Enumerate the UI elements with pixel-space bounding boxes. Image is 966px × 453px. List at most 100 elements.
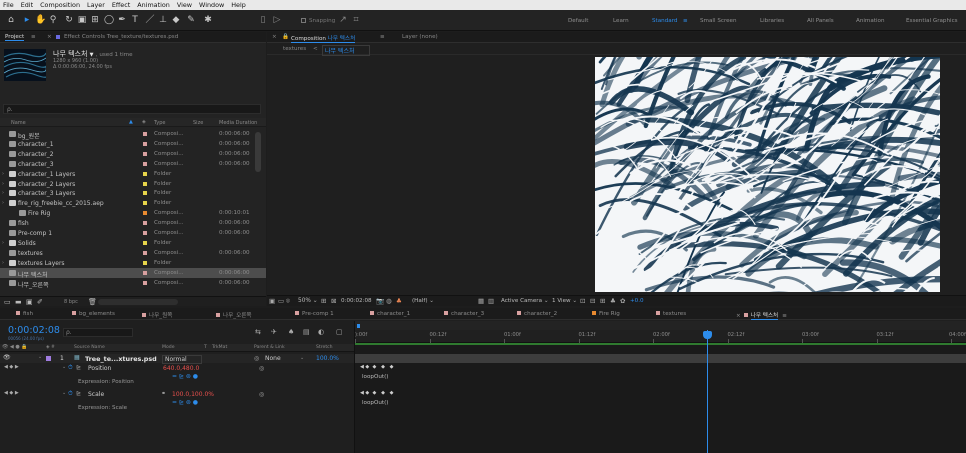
toggle-transparency-icon[interactable]: ▦ (478, 297, 484, 305)
expression-text-scale[interactable]: loopOut() (362, 400, 388, 406)
flowchart-icon[interactable]: ✐ (37, 298, 43, 306)
motion-blur-icon[interactable]: ◐ (318, 328, 324, 336)
timeline-timecode[interactable]: 0:00:02:08 (8, 325, 60, 336)
menu-composition[interactable]: Composition (40, 1, 80, 9)
workspace-animation[interactable]: Animation (856, 18, 885, 24)
camera-dropdown[interactable]: Active Camera ⌄ (501, 298, 549, 304)
workspace-small-screen[interactable]: Small Screen (700, 18, 737, 24)
brush-tool-icon[interactable]: ／ (145, 15, 155, 25)
layer-name[interactable]: Tree_te...xtures.psd (85, 355, 157, 363)
comp-mini-flowchart-icon[interactable]: ⇆ (255, 328, 261, 336)
expand-arrow-icon[interactable]: › (2, 240, 4, 246)
lock-icon[interactable]: 🔒 (282, 34, 289, 40)
close-icon[interactable]: × (47, 34, 52, 40)
color-channel-icon[interactable]: ♣ (396, 297, 402, 305)
project-list-item[interactable]: Pre-comp 1 Composi... 0:00:06:00 (0, 228, 266, 238)
item-label-color[interactable] (143, 280, 147, 285)
show-snapshot-icon[interactable]: ◍ (386, 297, 392, 305)
column-t[interactable]: T (204, 345, 207, 350)
timeline-graph-area[interactable]: ):00f 00:12f 01:00f 01:12f 02:00f 02:12f 03:00… (354, 321, 966, 453)
item-label-color[interactable] (143, 171, 147, 176)
graph-icon[interactable]: ⊵ (76, 390, 81, 397)
item-label-color[interactable] (143, 151, 147, 156)
tab-layer[interactable]: Layer (none) (402, 34, 438, 40)
item-label-color[interactable] (143, 161, 147, 166)
timeline-tab[interactable]: character_2 (517, 311, 557, 317)
monitor-icon[interactable]: ▭ (278, 297, 284, 305)
timeline-search-input[interactable]: ρ. (63, 328, 133, 337)
shape-tool-icon[interactable]: ◯ (104, 15, 114, 25)
clone-stamp-tool-icon[interactable]: ⊥ (158, 15, 168, 25)
current-time-display[interactable]: 0:00:02:08 (341, 298, 372, 304)
camera-tool-icon[interactable]: ▣ (77, 15, 87, 25)
flowchart-icon[interactable]: ♣ (610, 297, 616, 305)
constrain-proportions-icon[interactable]: ⚭ (161, 390, 166, 397)
project-list-item[interactable]: 나무_오른쪽 Composi... 0:00:06:00 (0, 278, 266, 289)
home-icon[interactable]: ⌂ (6, 15, 16, 25)
timeline-tab[interactable]: bg_elements (72, 311, 115, 317)
project-search-input[interactable]: ρ. (3, 104, 261, 114)
hand-tool-icon[interactable]: ✋ (35, 15, 46, 25)
tab-project[interactable]: Project (5, 34, 25, 41)
layer-visibility-icon[interactable]: 👁 (3, 354, 11, 361)
close-icon[interactable]: × (736, 313, 741, 319)
project-list-item[interactable]: character_1 Composi... 0:00:06:00 (0, 139, 266, 149)
property-value-position[interactable]: 640.0,480.0 (163, 365, 199, 372)
column-parent-link[interactable]: Parent & Link (254, 345, 285, 350)
composition-menu-icon[interactable]: ≡ (380, 34, 385, 40)
tab-effect-controls[interactable]: Effect Controls Tree_texture/textures.ps… (64, 34, 178, 40)
project-list-item[interactable]: › textures Layers Folder (0, 258, 266, 268)
expand-arrow-icon[interactable]: › (2, 200, 4, 206)
property-expand-icon[interactable]: ⌄ (62, 390, 66, 396)
breadcrumb-current-comp[interactable]: 나무 텍스처 (322, 45, 370, 56)
column-type[interactable]: Type (154, 120, 165, 126)
expand-arrow-icon[interactable]: › (2, 181, 4, 187)
menu-window[interactable]: Window (199, 1, 224, 9)
expand-arrow-icon[interactable]: › (2, 171, 4, 177)
workspace-essential-graphics[interactable]: Essential Graphics (906, 18, 958, 24)
project-menu-icon[interactable]: ≡ (31, 34, 36, 40)
project-list-item[interactable]: › character_3 Layers Folder (0, 188, 266, 198)
property-value-scale[interactable]: 100.0,100.0% (172, 391, 214, 398)
puppet-tool-icon[interactable]: ✱ (203, 15, 213, 25)
timeline-tab[interactable]: character_3 (444, 311, 484, 317)
stopwatch-icon[interactable]: ⏱ (68, 364, 73, 372)
item-label-color[interactable] (143, 221, 147, 226)
project-scrollbar[interactable] (255, 132, 261, 172)
eraser-tool-icon[interactable]: ◆ (171, 15, 181, 25)
timeline-tab[interactable]: 나무_오른쪽 (216, 311, 252, 319)
column-stretch[interactable]: Stretch (316, 345, 333, 350)
layer-label-color[interactable] (46, 356, 51, 361)
snap-target-icon[interactable]: ⌗ (351, 15, 361, 25)
project-list-item[interactable]: › Solids Folder (0, 238, 266, 248)
item-label-color[interactable] (143, 201, 147, 206)
position-keyframes[interactable]: ◀ ◆ ◆ ◆ ◆ (360, 364, 394, 370)
current-time-indicator-handle[interactable] (703, 331, 712, 339)
column-mode[interactable]: Mode (162, 345, 175, 350)
shy-layers-icon[interactable]: ♠ (288, 328, 294, 336)
new-folder-icon[interactable]: ▬ (15, 298, 22, 306)
project-list-item[interactable]: Fire Rig Composi... 0:00:10:01 (0, 208, 266, 218)
interpret-footage-icon[interactable]: ▭ (4, 298, 11, 306)
item-label-color[interactable] (143, 240, 147, 245)
timeline-tab[interactable]: textures (656, 311, 686, 317)
item-label-color[interactable] (143, 141, 147, 146)
transparency-grid-icon[interactable]: ⊠ (331, 297, 336, 305)
resolution-dropdown[interactable]: (Half) ⌄ (412, 298, 434, 304)
column-source-name[interactable]: Source Name (74, 345, 105, 350)
item-label-color[interactable] (143, 231, 147, 235)
timeline-tab[interactable]: Fire Rig (592, 311, 620, 317)
mask-visibility-icon[interactable]: ⌾ (286, 297, 290, 306)
pickwhip-icon[interactable]: ◎ (259, 365, 264, 372)
column-trkmat[interactable]: TrkMat (212, 345, 227, 350)
menu-animation[interactable]: Animation (137, 1, 170, 9)
column-media-duration[interactable]: Media Duration (219, 120, 257, 126)
menu-layer[interactable]: Layer (87, 1, 105, 9)
project-list-item[interactable]: character_3 Composi... 0:00:06:00 (0, 159, 266, 169)
keyframe-navigator-icon[interactable]: ◀ ◆ ▶ (4, 390, 19, 396)
keyframe-navigator-icon[interactable]: ◀ ◆ ▶ (4, 364, 19, 370)
blend-mode-dropdown[interactable]: Normal (162, 355, 202, 364)
tab-composition[interactable]: Composition 나무 텍스처 (291, 34, 356, 43)
menu-help[interactable]: Help (231, 1, 246, 9)
pen-tool-icon[interactable]: ✒ (117, 15, 127, 25)
